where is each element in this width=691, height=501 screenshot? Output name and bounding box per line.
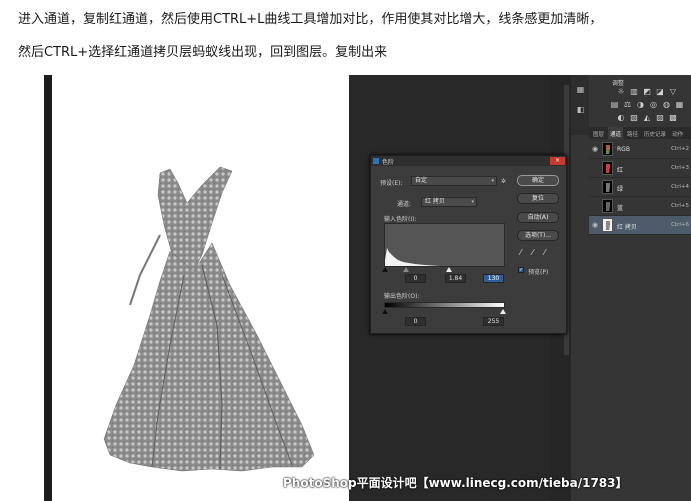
input-black-field[interactable]: 0	[405, 274, 426, 283]
black-white-icon[interactable]: ◑	[636, 100, 645, 109]
gown-channel-image	[103, 166, 315, 472]
output-white-handle[interactable]	[500, 309, 506, 314]
channel-mixer-icon[interactable]: ◍	[662, 100, 671, 109]
invert-icon[interactable]: ◐	[617, 113, 626, 122]
input-gamma-handle[interactable]	[403, 267, 409, 272]
preset-select[interactable]: 自定 ▾	[411, 176, 497, 186]
tab-paths[interactable]: 路径	[625, 127, 640, 139]
tab-channels[interactable]: 通道	[608, 127, 624, 139]
reset-button[interactable]: 复位	[517, 193, 559, 204]
dialog-titlebar[interactable]: 色阶 ×	[371, 156, 566, 166]
exposure-icon[interactable]: ◪	[656, 87, 665, 96]
photoshop-icon	[373, 158, 379, 164]
properties-icon[interactable]: ◧	[576, 105, 585, 114]
output-levels-slider[interactable]	[382, 309, 506, 315]
auto-button[interactable]: 自动(A)	[517, 212, 559, 223]
channel-shortcut: Ctrl+5	[671, 203, 689, 209]
histogram	[384, 223, 505, 267]
ok-button[interactable]: 确定	[517, 175, 559, 186]
input-white-field[interactable]: 130	[483, 274, 504, 283]
preview-label: 预览(P)	[528, 269, 549, 276]
instruction-line-1: 进入通道，复制红通道，然后使用CTRL+L曲线工具增加对比，作用使其对比增大，线…	[18, 12, 603, 27]
chevron-down-icon: ▾	[491, 178, 494, 184]
channel-shortcut: Ctrl+6	[671, 222, 689, 228]
channel-row-rgb[interactable]: ◉ RGB Ctrl+2	[589, 140, 691, 159]
white-eyedropper-icon[interactable]: ⁄	[544, 248, 545, 257]
channel-select[interactable]: 红 拷贝 ▾	[421, 197, 477, 207]
channel-thumbnail	[602, 180, 613, 194]
threshold-icon[interactable]: ◭	[643, 113, 652, 122]
channel-row-red[interactable]: 红 Ctrl+3	[589, 159, 691, 178]
instruction-line-2: 然后CTRL+选择红通道拷贝层蚂蚁线出现，回到图层。复制出来	[18, 45, 388, 60]
visibility-eye-icon[interactable]: ◉	[592, 221, 598, 229]
adjustments-icon-grid: ☼ ▥ ◩ ◪ ▽ ▤ ⚖ ◑ ◎ ◍ ▦ ◐ ▧ ◭ ▨ ▩	[604, 87, 690, 126]
channel-label: 通道:	[397, 201, 412, 208]
hue-saturation-icon[interactable]: ▤	[610, 100, 619, 109]
color-balance-icon[interactable]: ⚖	[623, 100, 632, 109]
channel-row-blue[interactable]: 蓝 Ctrl+5	[589, 197, 691, 216]
watermark-text: PhotoShop平面设计吧【www.linecg.com/tieba/1783…	[283, 476, 628, 490]
chevron-down-icon: ▾	[471, 199, 474, 205]
photo-filter-icon[interactable]: ◎	[649, 100, 658, 109]
output-black-field[interactable]: 0	[405, 317, 426, 326]
input-gamma-field[interactable]: 1.84	[445, 274, 466, 283]
levels-icon[interactable]: ▥	[630, 87, 639, 96]
selective-color-icon[interactable]: ▩	[669, 113, 678, 122]
input-levels-slider[interactable]	[382, 267, 505, 273]
tab-actions[interactable]: 动作	[670, 127, 685, 139]
posterize-icon[interactable]: ▧	[630, 113, 639, 122]
levels-dialog: 色阶 × 预设(E): 自定 ▾ ✲ 通道: 红 拷贝 ▾ 输入色阶(I): 0…	[370, 155, 567, 334]
curves-icon[interactable]: ◩	[643, 87, 652, 96]
vibrance-icon[interactable]: ▽	[669, 87, 678, 96]
tab-history[interactable]: 历史记录	[642, 127, 668, 139]
dialog-title: 色阶	[382, 159, 395, 166]
photoshop-screenshot: ▦ ◧ 调整 ☼ ▥ ◩ ◪ ▽ ▤ ⚖ ◑ ◎ ◍ ▦ ◐ ▧ ◭ ▨ ▩ 图…	[44, 75, 691, 501]
channel-shortcut: Ctrl+3	[671, 165, 689, 171]
input-black-handle[interactable]	[382, 267, 388, 272]
channel-name: 蓝	[617, 205, 624, 212]
preview-checkbox[interactable]: ✓	[518, 267, 524, 273]
tab-layers[interactable]: 图层	[591, 127, 606, 139]
brightness-icon[interactable]: ☼	[617, 87, 626, 96]
output-white-field[interactable]: 255	[483, 317, 504, 326]
history-icon[interactable]: ▦	[576, 85, 585, 94]
options-button[interactable]: 选项(T)...	[517, 230, 559, 241]
channel-name: 绿	[617, 186, 624, 193]
left-toolbar-strip	[44, 75, 52, 501]
output-gradient	[384, 302, 505, 308]
channel-row-green[interactable]: 绿 Ctrl+4	[589, 178, 691, 197]
histogram-graph	[385, 248, 440, 266]
channel-name: 红 拷贝	[617, 224, 637, 231]
channel-thumbnail	[602, 199, 613, 213]
input-white-handle[interactable]	[446, 267, 452, 272]
preset-value: 自定	[415, 177, 428, 184]
adjustments-panel-title: 调整	[612, 80, 625, 87]
channel-thumbnail	[602, 161, 613, 175]
gray-eyedropper-icon[interactable]: ⁄	[532, 248, 533, 257]
preset-label: 预设(E):	[380, 180, 403, 187]
close-button[interactable]: ×	[550, 157, 565, 165]
channel-value: 红 拷贝	[425, 198, 445, 205]
black-eyedropper-icon[interactable]: ⁄	[520, 248, 521, 257]
document-canvas[interactable]	[52, 75, 349, 501]
panel-icon-column: ▦ ◧	[571, 75, 589, 135]
channel-name: RGB	[617, 146, 630, 153]
panel-tabs: 图层 通道 路径 历史记录 动作	[589, 127, 691, 139]
channel-shortcut: Ctrl+2	[671, 146, 689, 152]
channel-shortcut: Ctrl+4	[671, 184, 689, 190]
channel-name: 红	[617, 167, 624, 174]
input-levels-label: 输入色阶(I):	[384, 216, 417, 223]
channel-thumbnail	[602, 218, 613, 232]
preset-options-icon[interactable]: ✲	[501, 178, 506, 185]
output-black-handle[interactable]	[382, 309, 388, 314]
output-levels-label: 输出色阶(O):	[384, 293, 420, 300]
channel-row-red-copy[interactable]: ◉ 红 拷贝 Ctrl+6	[589, 216, 691, 235]
gradient-map-icon[interactable]: ▨	[656, 113, 665, 122]
visibility-eye-icon[interactable]: ◉	[592, 145, 598, 153]
channel-thumbnail	[602, 142, 613, 156]
color-lookup-icon[interactable]: ▦	[675, 100, 684, 109]
